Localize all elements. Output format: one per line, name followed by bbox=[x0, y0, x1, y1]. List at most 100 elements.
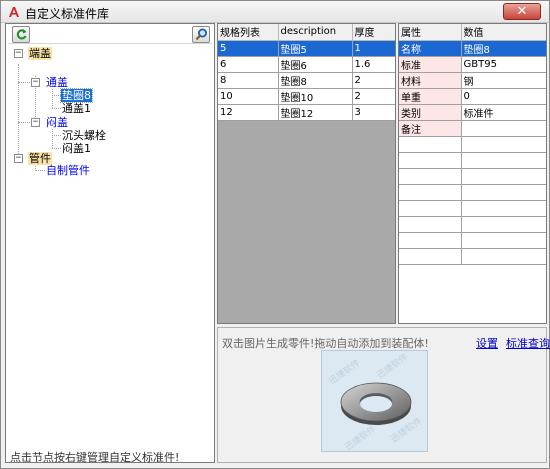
collapse-toggle[interactable]: − bbox=[31, 118, 40, 127]
cell-spec[interactable]: 10 bbox=[218, 88, 279, 105]
property-value[interactable] bbox=[461, 216, 546, 233]
app-logo-icon bbox=[9, 7, 19, 17]
search-icon bbox=[195, 28, 207, 41]
property-row[interactable]: 名称 垫圈8 bbox=[399, 40, 546, 57]
cell-thickness[interactable]: 1 bbox=[352, 40, 395, 57]
property-value[interactable] bbox=[461, 200, 546, 217]
property-header-row: 属性 数值 bbox=[399, 24, 546, 41]
tree-connector bbox=[52, 95, 61, 96]
property-key[interactable] bbox=[399, 216, 462, 233]
watermark-text: 迅捷软件 bbox=[375, 352, 411, 382]
property-key[interactable] bbox=[399, 184, 462, 201]
property-row-empty[interactable] bbox=[399, 200, 546, 217]
property-key[interactable]: 名称 bbox=[399, 40, 462, 57]
property-value[interactable] bbox=[461, 168, 546, 185]
property-value[interactable]: 钢 bbox=[461, 72, 546, 89]
cell-spec[interactable]: 12 bbox=[218, 104, 279, 121]
tree-node-label[interactable]: 端盖 bbox=[28, 47, 52, 60]
property-key[interactable]: 标准 bbox=[399, 56, 462, 73]
tree-node-label[interactable]: 通盖1 bbox=[61, 102, 92, 115]
property-value[interactable]: 0 bbox=[461, 88, 546, 105]
search-button[interactable] bbox=[192, 26, 210, 43]
cell-description[interactable]: 垫圈6 bbox=[278, 56, 353, 73]
column-header-description[interactable]: description bbox=[278, 24, 353, 41]
cell-thickness[interactable]: 1.6 bbox=[352, 56, 395, 73]
property-value[interactable]: 标准件 bbox=[461, 104, 546, 121]
property-key[interactable] bbox=[399, 152, 462, 169]
property-key[interactable]: 备注 bbox=[399, 120, 462, 137]
washer-model-icon bbox=[340, 382, 412, 425]
standard-query-link[interactable]: 标准查询 bbox=[506, 335, 550, 351]
tree-node-label[interactable]: 自制管件 bbox=[45, 164, 91, 177]
column-header-value[interactable]: 数值 bbox=[461, 24, 546, 41]
cell-description[interactable]: 垫圈5 bbox=[278, 40, 353, 57]
tree-node-label[interactable]: 闷盖 bbox=[45, 116, 69, 129]
tree-connector bbox=[52, 89, 53, 108]
property-value[interactable] bbox=[461, 248, 546, 265]
column-header-attribute[interactable]: 属性 bbox=[399, 24, 462, 41]
property-row[interactable]: 标准 GBT95 bbox=[399, 56, 546, 73]
tree-connector bbox=[52, 108, 61, 109]
tree-connector bbox=[52, 129, 53, 148]
app-window: 自定义标准件库 ✕ − 端盖 − 通盖 垫圈8 通盖1 − 闷盖 沉头螺栓 闷盖… bbox=[0, 0, 550, 469]
property-value[interactable]: 垫圈8 bbox=[461, 40, 546, 57]
property-value[interactable] bbox=[461, 136, 546, 153]
property-row[interactable]: 备注 bbox=[399, 120, 546, 137]
column-header-thickness[interactable]: 厚度 bbox=[352, 24, 395, 41]
property-row-empty[interactable] bbox=[399, 232, 546, 249]
property-key[interactable] bbox=[399, 136, 462, 153]
property-key[interactable]: 类别 bbox=[399, 104, 462, 121]
property-value[interactable] bbox=[461, 232, 546, 249]
property-row-empty[interactable] bbox=[399, 216, 546, 233]
property-row-empty[interactable] bbox=[399, 136, 546, 153]
cell-spec[interactable]: 8 bbox=[218, 72, 279, 89]
property-value[interactable] bbox=[461, 120, 546, 137]
property-value[interactable] bbox=[461, 152, 546, 169]
property-row-empty[interactable] bbox=[399, 248, 546, 265]
property-key[interactable] bbox=[399, 200, 462, 217]
close-button[interactable]: ✕ bbox=[503, 3, 541, 20]
property-row[interactable]: 单重 0 bbox=[399, 88, 546, 105]
spec-row[interactable]: 5 垫圈5 1 bbox=[218, 40, 395, 57]
property-value[interactable]: GBT95 bbox=[461, 56, 546, 73]
spec-row[interactable]: 6 垫圈6 1.6 bbox=[218, 56, 395, 73]
property-row-empty[interactable] bbox=[399, 152, 546, 169]
collapse-toggle[interactable]: − bbox=[14, 154, 23, 163]
tree-node-label[interactable]: 沉头螺栓 bbox=[61, 129, 107, 142]
cell-thickness[interactable]: 2 bbox=[352, 88, 395, 105]
collapse-toggle[interactable]: − bbox=[31, 78, 40, 87]
property-key[interactable] bbox=[399, 168, 462, 185]
spec-list-table[interactable]: 规格列表 description 厚度 5 垫圈5 1 6 垫圈6 1.6 8 … bbox=[217, 23, 396, 324]
tree-connector bbox=[52, 148, 61, 149]
spec-row[interactable]: 12 垫圈12 3 bbox=[218, 104, 395, 121]
cell-spec[interactable]: 6 bbox=[218, 56, 279, 73]
tree-node-label[interactable]: 闷盖1 bbox=[61, 142, 92, 155]
property-row-empty[interactable] bbox=[399, 168, 546, 185]
cell-description[interactable]: 垫圈12 bbox=[278, 104, 353, 121]
tree-toolbar bbox=[8, 26, 212, 44]
collapse-toggle[interactable]: − bbox=[14, 49, 23, 58]
cell-spec[interactable]: 5 bbox=[218, 40, 279, 57]
property-row-empty[interactable] bbox=[399, 184, 546, 201]
cell-description[interactable]: 垫圈10 bbox=[278, 88, 353, 105]
property-key[interactable]: 单重 bbox=[399, 88, 462, 105]
spec-row[interactable]: 8 垫圈8 2 bbox=[218, 72, 395, 89]
tree-connector bbox=[18, 122, 30, 123]
property-row[interactable]: 类别 标准件 bbox=[399, 104, 546, 121]
cell-thickness[interactable]: 2 bbox=[352, 72, 395, 89]
cell-description[interactable]: 垫圈8 bbox=[278, 72, 353, 89]
property-value[interactable] bbox=[461, 184, 546, 201]
property-key[interactable]: 材料 bbox=[399, 72, 462, 89]
property-key[interactable] bbox=[399, 248, 462, 265]
spec-row[interactable]: 10 垫圈10 2 bbox=[218, 88, 395, 105]
property-row[interactable]: 材料 钢 bbox=[399, 72, 546, 89]
property-table[interactable]: 属性 数值 名称 垫圈8 标准 GBT95 材料 钢 单重 0 类别 标准件 备… bbox=[398, 23, 547, 324]
settings-link[interactable]: 设置 bbox=[476, 335, 498, 351]
column-header-spec[interactable]: 规格列表 bbox=[218, 24, 279, 41]
refresh-button[interactable] bbox=[12, 26, 30, 43]
tree-node-label[interactable]: 垫圈8 bbox=[60, 88, 93, 103]
part-preview-image[interactable]: 迅捷软件 迅捷软件 迅捷软件 迅捷软件 bbox=[321, 350, 428, 452]
property-key[interactable] bbox=[399, 232, 462, 249]
cell-thickness[interactable]: 3 bbox=[352, 104, 395, 121]
tree-node-label[interactable]: 通盖 bbox=[45, 76, 69, 89]
